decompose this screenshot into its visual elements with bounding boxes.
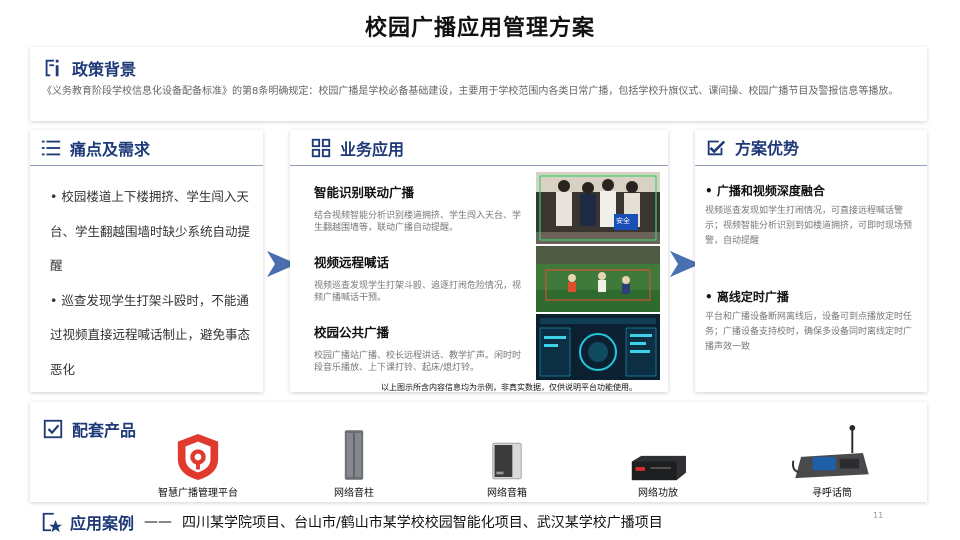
business-card: 业务应用 智能识别联动广播 结合视频智能分析识别楼道拥挤、学生闯入天台、学生翻越… [290,130,668,392]
pain-card: 痛点及需求 • 校园楼道上下楼拥挤、学生闯入天台、学生翻越围墙时缺少系统自动提醒… [30,130,263,392]
advantage-item: • 离线定时广播 平台和广播设备断网离线后，设备可到点播放定时任务；广播设备支持… [705,288,920,355]
advantage-title: 方案优势 [735,139,800,158]
playground-photo [536,246,660,312]
product-label: 网络功放 [638,488,678,499]
products-title: 配套产品 [72,421,137,440]
business-item-title: 智能识别联动广播 [314,185,415,200]
pain-item: • 校园楼道上下楼拥挤、学生闯入天台、学生翻越围墙时缺少系统自动提醒 [50,189,251,273]
business-item-title: 视频远程喊话 [314,255,390,270]
pain-list: • 校园楼道上下楼拥挤、学生闯入天台、学生翻越围墙时缺少系统自动提醒 • 巡查发… [50,180,250,387]
advantage-item-desc: 平台和广播设备断网离线后，设备可到点播放定时任务；广播设备支持校时，确保多设备同… [705,312,913,352]
business-title: 业务应用 [340,140,405,159]
checkbox-pen-icon [705,136,727,158]
speaker-box-icon [457,424,557,482]
page-title: 校园广播应用管理方案 [364,16,595,41]
advantage-item-title: • 广播和视频深度融合 [705,184,825,198]
product-label: 寻呼话筒 [812,488,852,499]
photo-caption: 安全 [616,217,630,225]
policy-card: 政策背景 《义务教育阶段学校信息化设备配备标准》的第8条明确规定：校园广播是学校… [30,47,927,121]
product-item: 网络功放 [608,424,708,499]
corridor-photo: 安全 [536,172,660,244]
cases-dash: —— [144,514,173,530]
checkbox-icon [42,418,64,440]
business-item-desc: 校园广播站广播、校长远程讲话、教学扩声。闲时时段音乐播放、上下课打铃、起床/熄灯… [314,351,522,373]
advantage-card: 方案优势 • 广播和视频深度融合 视频巡查发现如学生打闹情况，可直接远程喊话警示… [695,130,927,392]
product-item: 寻呼话筒 [782,424,882,499]
list-icon [40,137,62,159]
business-item: 智能识别联动广播 结合视频智能分析识别楼道拥挤、学生闯入天台、学生翻越围墙等，联… [314,182,529,234]
business-item: 校园公共广播 校园广播站广播、校长远程讲话、教学扩声。闲时时段音乐播放、上下课打… [314,322,529,374]
policy-text: 《义务教育阶段学校信息化设备配备标准》的第8条明确规定：校园广播是学校必备基础建… [42,86,899,97]
column-speaker-icon [304,424,404,482]
product-item: 网络音柱 [304,424,404,499]
product-label: 智慧广播管理平台 [158,488,238,499]
product-item: 网络音箱 [457,424,557,499]
advantage-item-desc: 视频巡查发现如学生打闹情况，可直接远程喊话警示；视频智能分析识别到如楼道拥挤，可… [705,206,913,246]
page-number: 11 [873,511,884,520]
pain-title: 痛点及需求 [70,140,151,159]
business-item-title: 校园公共广播 [314,325,390,340]
star-doc-icon [40,511,62,533]
business-item-desc: 结合视频智能分析识别楼道拥挤、学生闯入天台、学生翻越围墙等，联动广播自动提醒。 [314,211,522,233]
advantage-item-title: • 离线定时广播 [705,290,789,304]
pain-item: • 巡查发现学生打架斗殴时，不能通过视频直接远程喊话制止，避免事态恶化 [50,292,251,377]
document-icon [42,57,64,79]
product-label: 网络音柱 [334,488,374,499]
cases-title: 应用案例 [70,514,135,533]
policy-title: 政策背景 [72,60,137,79]
grid-icon [310,137,332,159]
advantage-item: • 广播和视频深度融合 视频巡查发现如学生打闹情况，可直接远程喊话警示；视频智能… [705,182,920,249]
platform-logo-icon [148,424,248,482]
business-item-desc: 视频巡查发现学生打架斗殴、追逐打闹危险情况，视频广播喊话干预。 [314,281,522,303]
cases-row: 应用案例 —— 四川某学院项目、台山市/鹤山市某学校校园智能化项目、武汉某学校广… [40,510,663,534]
advantage-divider [695,165,927,166]
business-item: 视频远程喊话 视频巡查发现学生打架斗殴、追逐打闹危险情况，视频广播喊话干预。 [314,252,529,304]
products-card: 配套产品 智慧广播管理平台 网络音柱 网络音箱 网络功放 寻呼话筒 [30,402,927,502]
product-label: 网络音箱 [487,488,527,499]
business-note: 以上图示所含内容信息均为示例，非真实数据，仅供说明平台功能使用。 [381,383,637,392]
business-divider [290,165,668,166]
amplifier-icon [608,424,708,482]
dashboard-photo [536,314,660,380]
paging-mic-icon [782,424,882,482]
cases-list: 四川某学院项目、台山市/鹤山市某学校校园智能化项目、武汉某学校广播项目 [182,515,663,531]
product-item: 智慧广播管理平台 [148,424,248,499]
pain-divider [30,165,263,166]
